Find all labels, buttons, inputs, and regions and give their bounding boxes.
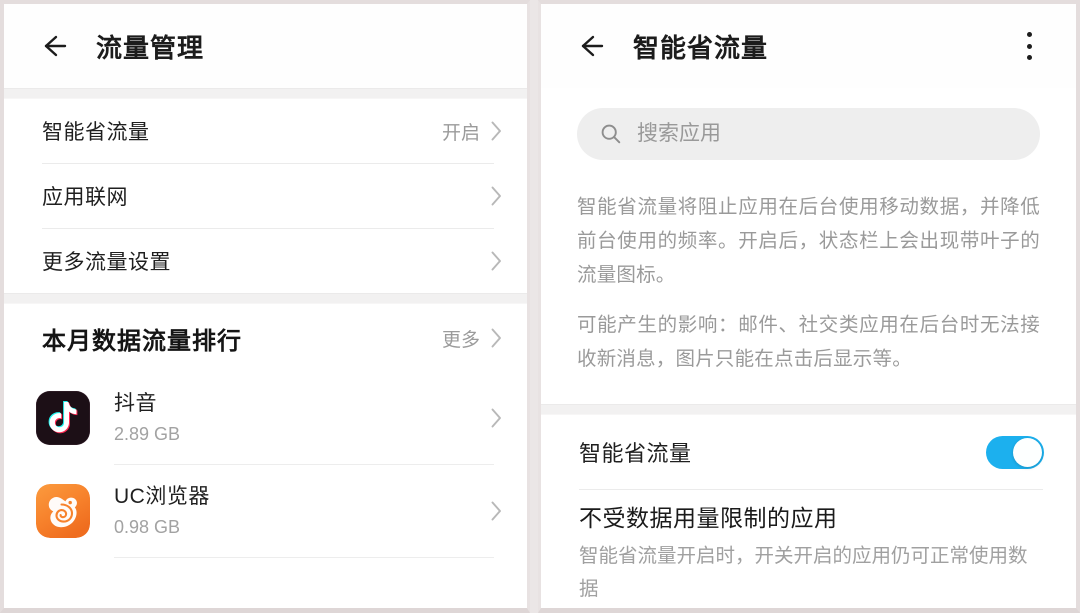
app-text-block: 抖音 2.89 GB <box>114 391 490 444</box>
section-title: 本月数据流量排行 <box>42 327 242 355</box>
app-usage: 0.98 GB <box>114 516 181 537</box>
page-title: 流量管理 <box>96 32 205 63</box>
data-settings-group: 智能省流量 开启 应用联网 更多流量设置 <box>4 99 527 293</box>
description-paragraph-1: 智能省流量将阻止应用在后台使用移动数据，并降低前台使用的频率。开启后，状态栏上会… <box>577 196 1040 286</box>
unrestricted-apps-title: 不受数据用量限制的应用 <box>579 505 838 531</box>
search-container <box>541 88 1076 186</box>
toggle-label: 智能省流量 <box>579 441 692 466</box>
search-bar[interactable] <box>577 108 1040 160</box>
row-value: 开启 <box>441 122 480 144</box>
smart-saver-card: 智能省流量 不受数据用量限制的应用 智能省流量开启时，开关开启的应用仍可正常使用… <box>541 415 1076 606</box>
left-appbar: 流量管理 <box>4 4 527 88</box>
chevron-right-icon <box>491 328 501 348</box>
section-band <box>4 293 527 304</box>
chevron-right-icon <box>491 501 501 521</box>
row-label: 应用联网 <box>42 186 128 209</box>
kebab-dot <box>1026 55 1032 60</box>
uc-browser-app-icon <box>36 484 90 538</box>
chevron-right-icon <box>491 408 501 428</box>
row-app-network-access[interactable]: 应用联网 <box>4 164 527 228</box>
chevron-right-icon <box>491 186 501 206</box>
screens-gutter <box>530 0 538 613</box>
app-name: UC浏览器 <box>114 485 210 509</box>
description-container: 智能省流量将阻止应用在后台使用移动数据，并降低前台使用的频率。开启后，状态栏上会… <box>541 186 1076 404</box>
app-text-block: UC浏览器 0.98 GB <box>114 484 490 537</box>
left-phone-screen: 流量管理 智能省流量 开启 应用联网 更多流量设置 本月数据流量排行 更多 抖音… <box>0 0 530 613</box>
switch-knob <box>1013 437 1042 467</box>
chevron-right-icon <box>491 251 501 271</box>
unrestricted-apps-subtitle: 智能省流量开启时，开关开启的应用仍可正常使用数据 <box>579 544 1028 600</box>
row-unrestricted-apps[interactable]: 不受数据用量限制的应用 智能省流量开启时，开关开启的应用仍可正常使用数据 <box>541 490 1076 606</box>
row-label: 更多流量设置 <box>42 251 171 274</box>
app-row-uc-browser[interactable]: UC浏览器 0.98 GB <box>4 465 527 557</box>
app-usage: 2.89 GB <box>114 423 181 444</box>
search-icon <box>601 124 621 144</box>
back-arrow-icon[interactable] <box>571 26 611 66</box>
douyin-app-icon <box>36 391 90 445</box>
description-paragraph-2: 可能产生的影响：邮件、社交类应用在后台时无法接收新消息，图片只能在点击后显示等。 <box>577 314 1040 370</box>
ranking-section-header[interactable]: 本月数据流量排行 更多 <box>4 304 527 372</box>
section-band <box>541 404 1076 415</box>
more-label: 更多 <box>441 329 480 351</box>
kebab-dot <box>1026 43 1032 49</box>
page-title: 智能省流量 <box>633 32 769 63</box>
app-row-douyin[interactable]: 抖音 2.89 GB <box>4 372 527 464</box>
kebab-menu-icon[interactable] <box>1014 29 1044 63</box>
search-input[interactable] <box>637 122 1018 146</box>
right-appbar: 智能省流量 <box>541 4 1076 88</box>
smart-data-saver-switch[interactable] <box>986 435 1044 469</box>
row-label: 智能省流量 <box>42 121 150 144</box>
section-band <box>4 88 527 99</box>
chevron-right-icon <box>491 121 501 141</box>
monthly-ranking-card: 本月数据流量排行 更多 抖音 2.89 GB UC浏览器 0.98 GB <box>4 304 527 558</box>
right-phone-screen: 智能省流量 智能省流量将阻止应用在后台使用移动数据，并降低前台使用的频率。开启后… <box>538 0 1080 613</box>
app-name: 抖音 <box>114 392 157 416</box>
app-row-divider <box>114 557 494 558</box>
row-more-data-settings[interactable]: 更多流量设置 <box>4 229 527 293</box>
row-smart-data-saver[interactable]: 智能省流量 开启 <box>4 99 527 163</box>
back-arrow-icon[interactable] <box>34 26 74 66</box>
kebab-dot <box>1026 32 1032 37</box>
row-smart-data-saver-toggle[interactable]: 智能省流量 <box>541 415 1076 489</box>
